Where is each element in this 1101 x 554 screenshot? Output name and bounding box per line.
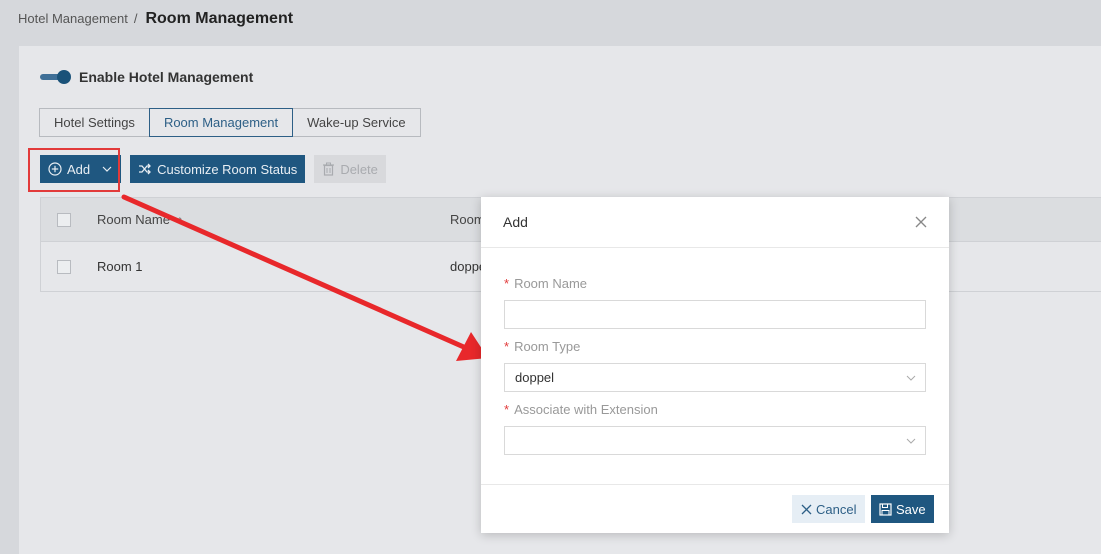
save-label: Save (896, 501, 926, 517)
tab-wake-up-service[interactable]: Wake-up Service (292, 108, 421, 137)
extension-label: * Associate with Extension (504, 402, 658, 417)
sort-icon[interactable]: ⇕ (176, 216, 184, 227)
room-type-label: * Room Type (504, 339, 580, 354)
row-checkbox[interactable] (57, 259, 71, 274)
save-icon (879, 502, 892, 516)
shuffle-icon (139, 163, 152, 175)
close-icon (801, 504, 812, 514)
tab-hotel-settings[interactable]: Hotel Settings (39, 108, 150, 137)
room-name-label: * Room Name (504, 276, 587, 291)
trash-icon (323, 162, 335, 176)
close-icon[interactable] (915, 216, 927, 228)
column-label: Room Name (97, 212, 170, 227)
add-room-dialog: Add * Room Name * Room Type doppel * Associ… (481, 197, 949, 533)
column-header-room-name[interactable]: Room Name ⇕ (97, 212, 184, 227)
room-name-label-text: Room Name (514, 276, 588, 291)
column-header-room-type: Room (450, 212, 485, 227)
breadcrumb-separator: / (133, 11, 138, 26)
cancel-button[interactable]: Cancel (792, 495, 866, 523)
cancel-label: Cancel (816, 501, 857, 517)
enable-hotel-toggle[interactable] (40, 69, 71, 85)
tab-room-management[interactable]: Room Management (148, 108, 294, 137)
dialog-title: Add (503, 214, 528, 230)
chevron-down-icon (906, 375, 916, 381)
toggle-knob (57, 70, 71, 84)
dialog-header: Add (481, 197, 949, 248)
customize-label: Customize Room Status (157, 161, 298, 177)
required-asterisk: * (504, 339, 510, 354)
delete-button[interactable]: Delete (314, 155, 386, 183)
dialog-footer: Cancel Save (481, 484, 949, 533)
annotation-highlight-box (28, 148, 120, 192)
breadcrumb-parent[interactable]: Hotel Management (18, 11, 128, 26)
room-type-select[interactable]: doppel (504, 363, 926, 392)
enable-hotel-label: Enable Hotel Management (79, 69, 254, 85)
extension-select[interactable] (504, 426, 926, 455)
room-type-value: doppel (515, 370, 555, 385)
room-type-label-text: Room Type (514, 339, 581, 354)
cell-room-name: Room 1 (97, 259, 143, 274)
room-name-input[interactable] (504, 300, 926, 329)
select-all-checkbox[interactable] (57, 212, 71, 227)
required-asterisk: * (504, 276, 510, 291)
save-button[interactable]: Save (871, 495, 934, 523)
enable-hotel-row: Enable Hotel Management (40, 69, 253, 85)
page-title: Room Management (145, 10, 294, 27)
customize-room-status-button[interactable]: Customize Room Status (130, 155, 306, 183)
required-asterisk: * (504, 402, 510, 417)
tab-bar: Hotel Settings Room Management Wake-up S… (39, 108, 421, 137)
chevron-down-icon (906, 438, 916, 444)
breadcrumb: Hotel Management / Room Management (18, 10, 293, 28)
delete-label: Delete (340, 161, 378, 177)
extension-label-text: Associate with Extension (514, 402, 658, 417)
